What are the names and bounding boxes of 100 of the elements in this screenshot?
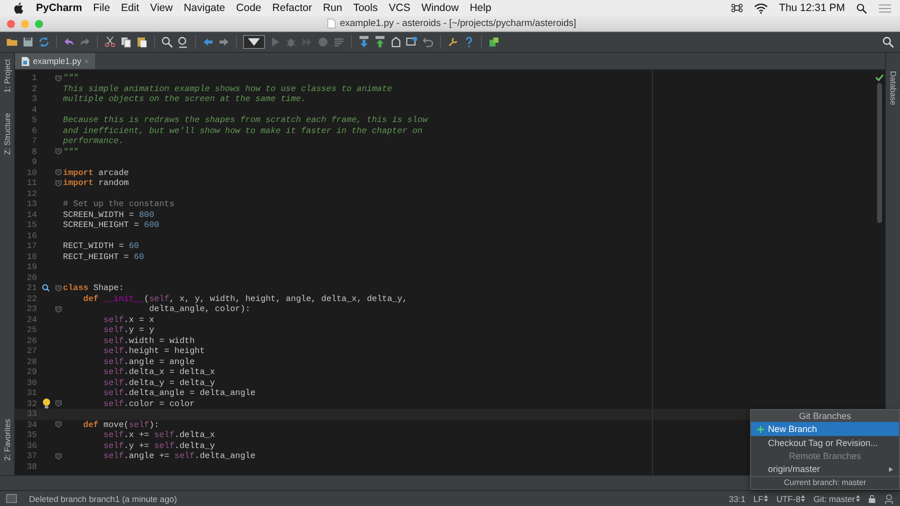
menu-item[interactable]: View xyxy=(150,2,173,14)
search-icon[interactable] xyxy=(856,2,867,14)
line-number: 27 xyxy=(26,346,37,356)
vcs-branch-selector[interactable]: Git: master xyxy=(813,494,860,504)
menu-item[interactable]: Navigate xyxy=(184,2,226,14)
menu-item[interactable]: VCS xyxy=(388,2,410,14)
bug-icon[interactable] xyxy=(285,36,297,48)
history-icon[interactable] xyxy=(406,36,418,48)
revert-icon[interactable] xyxy=(422,36,434,48)
caret-position[interactable]: 33:1 xyxy=(728,494,746,504)
compare-icon[interactable] xyxy=(390,36,402,48)
menu-item[interactable]: Run xyxy=(322,2,342,14)
line-separator-selector[interactable]: LF xyxy=(753,494,768,504)
tool-window-tab[interactable]: Database xyxy=(888,71,898,106)
search-icon[interactable] xyxy=(161,36,173,48)
undo-arrow-icon[interactable] xyxy=(63,36,75,48)
scrollbar-thumb[interactable] xyxy=(876,83,882,223)
popup-menu-item[interactable]: origin/master xyxy=(751,462,899,476)
fold-marker-icon[interactable] xyxy=(55,169,62,176)
play-icon[interactable] xyxy=(269,36,281,48)
line-number: 19 xyxy=(26,262,37,272)
fold-marker-icon[interactable] xyxy=(55,452,62,460)
code-line: self.delta_x = delta_x xyxy=(102,367,215,378)
close-window-button[interactable] xyxy=(7,20,15,28)
sync-icon[interactable] xyxy=(38,36,50,48)
plus-icon xyxy=(757,426,764,432)
menu-item[interactable]: Edit xyxy=(121,2,140,14)
back-arrow-icon[interactable] xyxy=(202,36,214,48)
line-number: 24 xyxy=(26,314,37,325)
lock-icon[interactable] xyxy=(868,494,876,502)
fold-marker-icon[interactable] xyxy=(55,421,62,428)
tab-label: example1.py xyxy=(33,56,82,66)
profiler-icon[interactable] xyxy=(317,36,329,48)
scissors-icon[interactable] xyxy=(104,36,116,48)
line-number: 37 xyxy=(26,451,37,462)
line-number: 15 xyxy=(26,220,37,230)
forward-arrow-icon[interactable] xyxy=(218,36,230,48)
app-menu[interactable]: PyCharm xyxy=(36,2,82,14)
fold-marker-icon[interactable] xyxy=(55,148,62,156)
line-number: 32 xyxy=(26,398,37,409)
panel-toggle-icon[interactable] xyxy=(6,494,17,503)
editor-tab[interactable]: example1.py × xyxy=(15,53,95,69)
popup-menu-item[interactable]: Checkout Tag or Revision... xyxy=(751,436,899,450)
menu-item[interactable]: Help xyxy=(470,2,492,14)
folder-icon[interactable] xyxy=(6,36,18,48)
code-line: self.x += self.delta_x xyxy=(102,430,215,440)
paste-icon[interactable] xyxy=(136,36,148,48)
lightbulb-icon[interactable] xyxy=(42,398,50,410)
command-icon[interactable] xyxy=(731,2,744,14)
code-line: Because this is redraws the shapes from scratch each frame, this is slow xyxy=(63,115,428,126)
fold-marker-icon[interactable] xyxy=(55,400,62,408)
code-line: class Shape: xyxy=(63,283,124,294)
menu-item[interactable]: Code xyxy=(236,2,262,14)
code-line: and inefficient, but we'll show how to make it faster in the chapter on xyxy=(63,126,422,136)
run-configuration-dropdown[interactable] xyxy=(243,35,265,49)
line-number: 29 xyxy=(26,367,37,378)
code-line: self.x = x xyxy=(102,314,154,325)
code-line: def move(self): xyxy=(82,420,160,430)
menu-item[interactable]: Tools xyxy=(353,2,378,14)
encoding-selector[interactable]: UTF-8 xyxy=(776,494,806,504)
code-line: RECT_HEIGHT = 60 xyxy=(63,252,144,262)
help-icon[interactable] xyxy=(463,36,475,48)
fold-marker-icon[interactable] xyxy=(55,180,62,187)
redo-arrow-icon[interactable] xyxy=(79,36,91,48)
override-marker-icon[interactable] xyxy=(42,284,50,292)
copy-icon[interactable] xyxy=(120,36,132,48)
vcs-update-icon[interactable] xyxy=(358,36,370,48)
code-line: RECT_WIDTH = 60 xyxy=(63,241,139,252)
wrench-icon[interactable] xyxy=(447,36,459,48)
inspector-icon[interactable] xyxy=(884,494,894,504)
apple-logo-icon[interactable] xyxy=(14,2,25,14)
line-number: 26 xyxy=(26,336,37,346)
python-file-icon xyxy=(21,56,30,66)
clock-text[interactable]: Thu 12:31 PM xyxy=(779,2,845,14)
replace-search-icon[interactable] xyxy=(177,36,189,48)
list-icon[interactable] xyxy=(878,2,892,14)
search-icon[interactable] xyxy=(882,36,894,48)
zoom-window-button[interactable] xyxy=(35,20,43,28)
code-line: multiple objects on the screen at the same time. xyxy=(63,94,306,104)
menu-item[interactable]: Refactor xyxy=(272,2,312,14)
fold-marker-icon[interactable] xyxy=(55,284,62,292)
tool-window-tab[interactable]: 2: Favorites xyxy=(2,419,12,461)
fold-marker-icon[interactable] xyxy=(55,74,62,82)
current-branch-text: Current branch: master xyxy=(751,476,899,489)
fold-marker-icon[interactable] xyxy=(55,306,62,313)
popup-menu-item[interactable]: New Branch xyxy=(751,422,899,436)
menu-item[interactable]: Window xyxy=(421,2,459,14)
window-title: example1.py - asteroids - [~/projects/pycharm/asteroids] xyxy=(340,18,576,29)
code-line: delta_angle, color): xyxy=(148,304,250,314)
wifi-icon[interactable] xyxy=(754,2,768,14)
tool-window-tab[interactable]: Z: Structure xyxy=(2,112,12,155)
save-icon[interactable] xyxy=(22,36,34,48)
lines-icon[interactable] xyxy=(333,36,345,48)
tool-window-tab[interactable]: 1: Project xyxy=(2,59,12,93)
line-number: 34 xyxy=(26,420,37,430)
line-number: 38 xyxy=(26,462,37,472)
plugin-icon[interactable] xyxy=(488,36,500,48)
menu-item[interactable]: File xyxy=(93,2,110,14)
line-number: 18 xyxy=(26,252,37,262)
vcs-commit-icon[interactable] xyxy=(374,36,386,48)
